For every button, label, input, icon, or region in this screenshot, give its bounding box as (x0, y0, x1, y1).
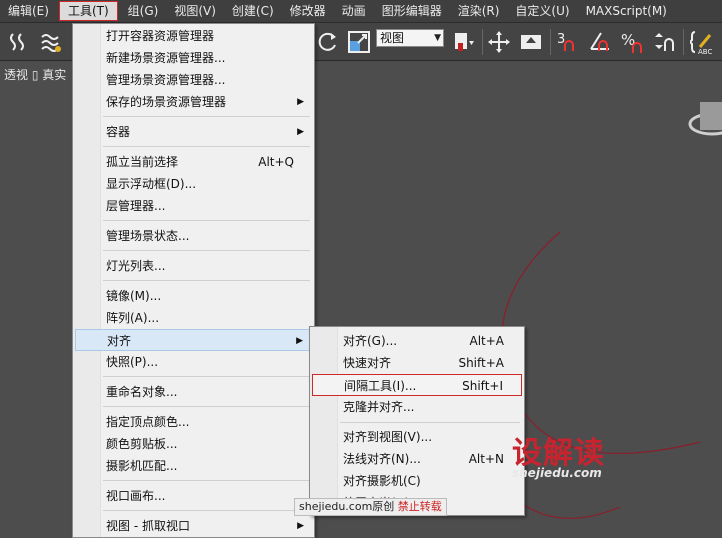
menu-item-viewport-canvas[interactable]: 视口画布... (75, 485, 312, 507)
spinner-snap-icon[interactable] (651, 29, 677, 55)
edit-named-selection-icon[interactable]: ABC (688, 29, 716, 56)
menu-edit[interactable]: 编辑(E) (0, 0, 57, 23)
submenu-item-quick-align[interactable]: 快速对齐 Shift+A (312, 352, 522, 374)
align-submenu: 对齐(G)... Alt+A 快速对齐 Shift+A 间隔工具(I)... Shif… (309, 326, 525, 516)
menu-item-manage-scene-states[interactable]: 管理场景状态... (75, 225, 312, 247)
menu-group[interactable]: 组(G) (120, 0, 167, 23)
menu-divider (103, 480, 310, 481)
menu-item-isolate-selection[interactable]: 孤立当前选择 Alt+Q (75, 151, 312, 173)
chevron-right-icon: ▶ (297, 97, 304, 107)
menu-item-mirror[interactable]: 镜像(M)... (75, 285, 312, 307)
menu-item-snapshot[interactable]: 快照(P)... (75, 351, 312, 373)
tools-menu: 打开容器资源管理器 新建场景资源管理器... 管理场景资源管理器... 保存的场… (72, 23, 315, 538)
menu-create[interactable]: 创建(C) (224, 0, 282, 23)
menu-divider (103, 220, 310, 221)
watermark-site: shejiedu.com原创 (299, 500, 395, 513)
menu-divider (103, 116, 310, 117)
menu-item-camera-match[interactable]: 摄影机匹配... (75, 455, 312, 477)
menu-graph-editors[interactable]: 图形编辑器 (374, 0, 450, 23)
menu-item-assign-vertex-colors[interactable]: 指定顶点颜色... (75, 411, 312, 433)
rotate-icon[interactable] (314, 29, 340, 55)
menu-divider (103, 376, 310, 377)
menu-animation[interactable]: 动画 (334, 0, 374, 23)
menu-tools[interactable]: 工具(T) (58, 1, 118, 21)
menu-item-grab-viewport[interactable]: 视图 - 抓取视口 ▶ (75, 515, 312, 537)
menu-item-manage-scene-explorer[interactable]: 管理场景资源管理器... (75, 69, 312, 91)
menu-item-align[interactable]: 对齐 ▶ (75, 329, 312, 351)
submenu-item-normal-align[interactable]: 法线对齐(N)... Alt+N (312, 448, 522, 470)
pivot-icon[interactable] (450, 29, 476, 55)
menu-customize[interactable]: 自定义(U) (507, 0, 577, 23)
toolbar-divider (482, 29, 483, 55)
scale-icon[interactable] (346, 29, 372, 55)
menu-item-layer-manager[interactable]: 层管理器... (75, 195, 312, 217)
watermark-notice: 禁止转载 (397, 500, 442, 513)
submenu-item-clone-and-align[interactable]: 克隆并对齐... (312, 396, 522, 418)
menu-divider (103, 146, 310, 147)
bind-spacewarp-icon[interactable] (38, 29, 64, 55)
submenu-item-spacing-tool[interactable]: 间隔工具(I)... Shift+I (312, 374, 522, 396)
menu-divider (103, 406, 310, 407)
menu-item-new-scene-explorer[interactable]: 新建场景资源管理器... (75, 47, 312, 69)
submenu-item-align-camera[interactable]: 对齐摄影机(C) (312, 470, 522, 492)
watermark-url: shejiedu.com (512, 466, 602, 480)
chevron-down-icon: ▼ (434, 33, 441, 43)
menu-divider (340, 422, 520, 423)
menu-bar: 编辑(E) 工具(T) 组(G) 视图(V) 创建(C) 修改器 动画 图形编辑… (0, 0, 722, 23)
menu-item-open-container-explorer[interactable]: 打开容器资源管理器 (75, 25, 312, 47)
menu-maxscript[interactable]: MAXScript(M) (578, 0, 675, 23)
watermark-bar: shejiedu.com原创 禁止转载 (294, 498, 447, 516)
snap-3-icon[interactable]: 3 (555, 29, 581, 55)
menu-item-display-floater[interactable]: 显示浮动框(D)... (75, 173, 312, 195)
reference-coordinate-select[interactable]: 视图 ▼ (376, 29, 444, 47)
chevron-right-icon: ▶ (296, 336, 303, 346)
submenu-item-align-to-view[interactable]: 对齐到视图(V)... (312, 426, 522, 448)
chevron-right-icon: ▶ (297, 127, 304, 137)
menu-item-array[interactable]: 阵列(A)... (75, 307, 312, 329)
render-setup-icon[interactable] (518, 29, 544, 55)
menu-divider (103, 510, 310, 511)
menu-item-saved-scene-explorers[interactable]: 保存的场景资源管理器 ▶ (75, 91, 312, 113)
chevron-right-icon: ▶ (297, 521, 304, 531)
toolbar-divider (550, 29, 551, 55)
menu-item-light-lister[interactable]: 灯光列表... (75, 255, 312, 277)
menu-rendering[interactable]: 渲染(R) (450, 0, 508, 23)
reference-coordinate-value: 视图 (380, 31, 405, 45)
percent-snap-icon[interactable]: % (619, 29, 645, 55)
menu-item-color-clipboard[interactable]: 颜色剪贴板... (75, 433, 312, 455)
submenu-item-align[interactable]: 对齐(G)... Alt+A (312, 330, 522, 352)
toolbar-divider (683, 29, 684, 55)
menu-modifiers[interactable]: 修改器 (282, 0, 334, 23)
menu-divider (103, 280, 310, 281)
svg-text:ABC: ABC (698, 48, 712, 55)
menu-views[interactable]: 视图(V) (166, 0, 224, 23)
angle-snap-icon[interactable] (587, 29, 613, 55)
menu-item-containers[interactable]: 容器 ▶ (75, 121, 312, 143)
menu-divider (103, 250, 310, 251)
move-gizmo-icon[interactable] (486, 29, 512, 55)
select-link-icon[interactable] (6, 29, 32, 55)
menu-item-rename-objects[interactable]: 重命名对象... (75, 381, 312, 403)
